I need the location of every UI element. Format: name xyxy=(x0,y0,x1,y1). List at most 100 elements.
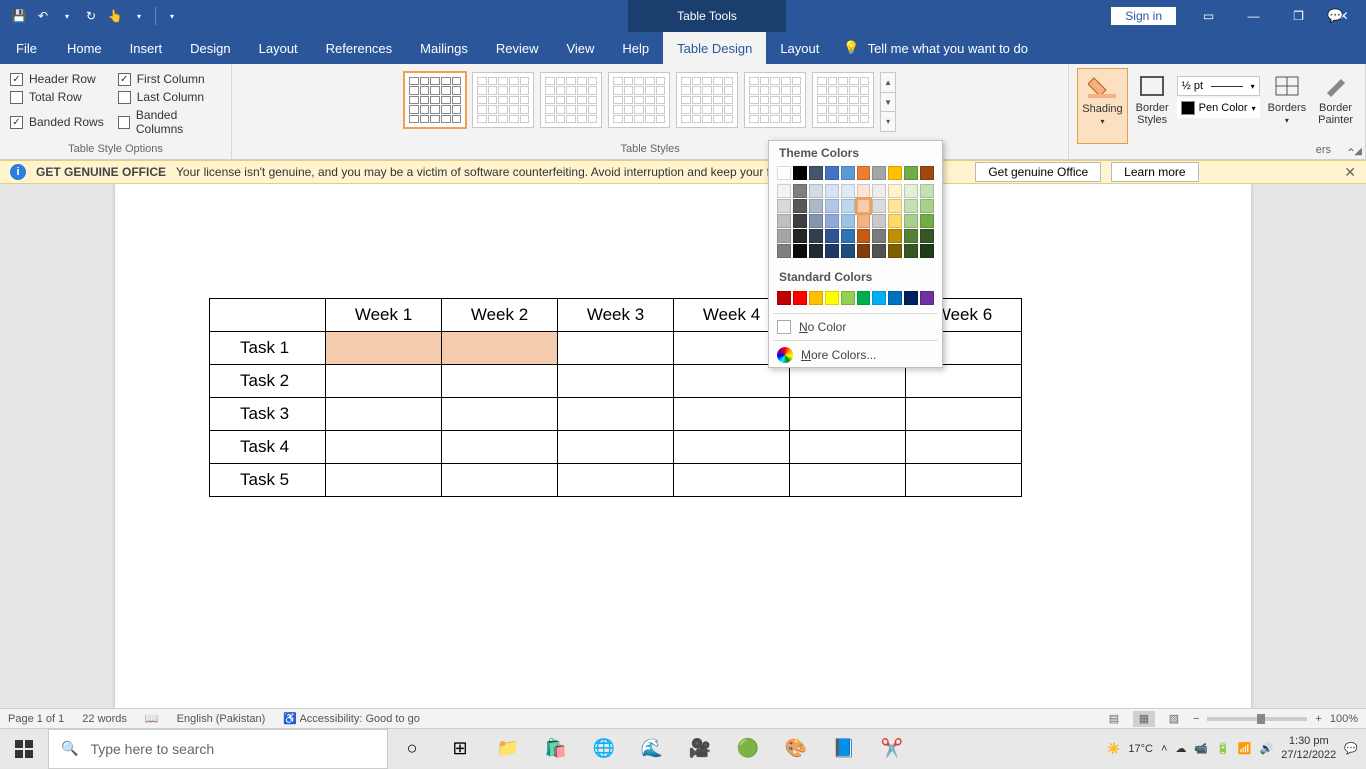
accessibility-indicator[interactable]: ♿ Accessibility: Good to go xyxy=(283,712,420,725)
save-icon[interactable]: 💾 xyxy=(8,5,30,27)
color-swatch[interactable] xyxy=(793,291,807,305)
color-swatch[interactable] xyxy=(857,166,871,180)
color-swatch[interactable] xyxy=(777,214,791,228)
word-count[interactable]: 22 words xyxy=(82,713,127,725)
checkbox-total-row[interactable]: Total Row xyxy=(10,90,104,104)
table-styles-gallery[interactable]: ▲ ▼ ▾ xyxy=(402,68,898,132)
color-swatch[interactable] xyxy=(857,244,871,258)
color-swatch[interactable] xyxy=(888,229,902,243)
notifications-icon[interactable]: 💬 xyxy=(1344,742,1358,755)
collapse-ribbon-icon[interactable]: ⌃ xyxy=(1346,146,1356,160)
redo-icon[interactable]: ↻ xyxy=(80,5,102,27)
border-styles-button[interactable]: Border Styles xyxy=(1132,68,1173,144)
tab-layout[interactable]: Layout xyxy=(245,32,312,64)
color-swatch[interactable] xyxy=(793,229,807,243)
no-color-item[interactable]: No Color xyxy=(769,316,942,338)
tab-design[interactable]: Design xyxy=(176,32,244,64)
table-style-thumb[interactable] xyxy=(540,72,602,128)
minimize-icon[interactable]: — xyxy=(1231,0,1276,32)
color-swatch[interactable] xyxy=(920,184,934,198)
color-swatch[interactable] xyxy=(857,229,871,243)
color-swatch[interactable] xyxy=(825,184,839,198)
color-swatch[interactable] xyxy=(872,291,886,305)
store-icon[interactable]: 🛍️ xyxy=(532,729,580,769)
gallery-more-icon[interactable]: ▾ xyxy=(881,112,895,131)
tab-layout-contextual[interactable]: Layout xyxy=(766,32,833,64)
tab-home[interactable]: Home xyxy=(53,32,116,64)
meet-now-icon[interactable]: 📹 xyxy=(1194,742,1208,755)
undo-icon[interactable]: ↶ xyxy=(32,5,54,27)
border-painter-button[interactable]: Border Painter xyxy=(1314,68,1357,144)
color-swatch[interactable] xyxy=(872,166,886,180)
paint-icon[interactable]: 🎨 xyxy=(772,729,820,769)
touch-mode-icon[interactable]: 👆 xyxy=(104,5,126,27)
page-indicator[interactable]: Page 1 of 1 xyxy=(8,713,64,725)
learn-more-button[interactable]: Learn more xyxy=(1111,162,1198,182)
color-swatch[interactable] xyxy=(809,166,823,180)
checkbox-first-column[interactable]: ✓First Column xyxy=(118,72,221,86)
color-swatch[interactable] xyxy=(904,214,918,228)
get-genuine-office-button[interactable]: Get genuine Office xyxy=(975,162,1101,182)
tab-review[interactable]: Review xyxy=(482,32,553,64)
color-swatch[interactable] xyxy=(872,184,886,198)
color-swatch[interactable] xyxy=(872,229,886,243)
tray-chevron-icon[interactable]: ˄ xyxy=(1161,743,1167,755)
color-swatch[interactable] xyxy=(888,214,902,228)
color-swatch[interactable] xyxy=(777,229,791,243)
pen-weight-dropdown[interactable]: ½ pt▾ xyxy=(1177,76,1260,96)
color-swatch[interactable] xyxy=(888,184,902,198)
color-swatch[interactable] xyxy=(920,214,934,228)
table-style-thumb[interactable] xyxy=(676,72,738,128)
zoom-in-icon[interactable]: + xyxy=(1315,713,1321,725)
cortana-icon[interactable]: ○ xyxy=(388,729,436,769)
qat-customize-icon[interactable]: ▾ xyxy=(161,5,183,27)
undo-dropdown-icon[interactable]: ▾ xyxy=(56,5,78,27)
color-swatch[interactable] xyxy=(825,199,839,213)
tab-help[interactable]: Help xyxy=(608,32,663,64)
color-swatch[interactable] xyxy=(920,244,934,258)
checkbox-header-row[interactable]: ✓Header Row xyxy=(10,72,104,86)
file-explorer-icon[interactable]: 📁 xyxy=(484,729,532,769)
color-swatch[interactable] xyxy=(825,291,839,305)
start-button[interactable] xyxy=(0,729,48,769)
color-swatch[interactable] xyxy=(920,229,934,243)
weather-icon[interactable]: ☀️ xyxy=(1107,742,1121,755)
color-swatch[interactable] xyxy=(904,166,918,180)
qat-dropdown-icon[interactable]: ▾ xyxy=(128,5,150,27)
color-swatch[interactable] xyxy=(888,199,902,213)
color-swatch[interactable] xyxy=(841,199,855,213)
table-header-cell[interactable] xyxy=(210,299,326,332)
color-swatch[interactable] xyxy=(872,214,886,228)
wifi-icon[interactable]: 📶 xyxy=(1238,742,1252,755)
pen-color-dropdown[interactable]: Pen Color ▾ xyxy=(1177,98,1260,118)
color-swatch[interactable] xyxy=(825,214,839,228)
zoom-level[interactable]: 100% xyxy=(1330,713,1358,725)
checkbox-banded-columns[interactable]: Banded Columns xyxy=(118,108,221,136)
tab-mailings[interactable]: Mailings xyxy=(406,32,482,64)
color-swatch[interactable] xyxy=(857,291,871,305)
color-swatch[interactable] xyxy=(841,184,855,198)
color-swatch[interactable] xyxy=(825,229,839,243)
color-swatch[interactable] xyxy=(857,214,871,228)
color-swatch[interactable] xyxy=(904,291,918,305)
color-swatch[interactable] xyxy=(777,244,791,258)
checkbox-banded-rows[interactable]: ✓Banded Rows xyxy=(10,108,104,136)
color-swatch[interactable] xyxy=(857,199,871,213)
table-style-thumb[interactable] xyxy=(812,72,874,128)
color-swatch[interactable] xyxy=(793,244,807,258)
table-header-cell[interactable]: Week 3 xyxy=(558,299,674,332)
table-style-thumb[interactable] xyxy=(472,72,534,128)
spellcheck-icon[interactable]: 📖 xyxy=(145,712,159,725)
color-swatch[interactable] xyxy=(904,199,918,213)
color-swatch[interactable] xyxy=(904,229,918,243)
shading-button[interactable]: Shading ▾ xyxy=(1077,68,1127,144)
clock[interactable]: 1:30 pm 27/12/2022 xyxy=(1281,735,1336,761)
language-indicator[interactable]: English (Pakistan) xyxy=(177,713,266,725)
gallery-down-icon[interactable]: ▼ xyxy=(881,93,895,113)
color-swatch[interactable] xyxy=(920,199,934,213)
checkbox-last-column[interactable]: Last Column xyxy=(118,90,221,104)
tell-me-search[interactable]: 💡 Tell me what you want to do xyxy=(843,32,1028,64)
color-swatch[interactable] xyxy=(809,244,823,258)
color-swatch[interactable] xyxy=(920,291,934,305)
color-swatch[interactable] xyxy=(793,214,807,228)
